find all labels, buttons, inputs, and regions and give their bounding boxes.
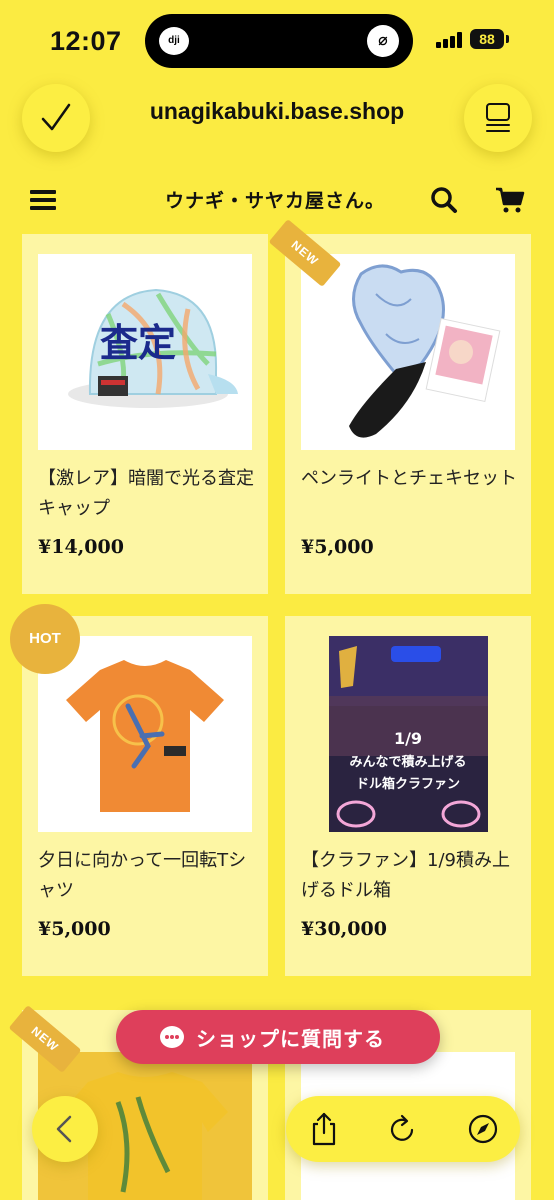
- cap-logo-text: 査定: [100, 321, 176, 365]
- signal-icon: [436, 32, 464, 48]
- product-image-tshirt[interactable]: [38, 636, 252, 832]
- product-image-cap[interactable]: 査定: [38, 254, 252, 450]
- hot-badge: HOT: [10, 604, 80, 674]
- poster-line-1: 1/9: [394, 729, 422, 748]
- link-icon: ⌀: [367, 25, 399, 57]
- product-image-poster[interactable]: 1/9 みんなで積み上げる ドル箱クラファン: [301, 636, 515, 832]
- clock: 12:07: [50, 26, 122, 56]
- poster-line-2: みんなで積み上げる: [349, 754, 466, 770]
- ask-shop-label: ショップに質問する: [196, 1027, 385, 1051]
- product-price: ¥14,000: [38, 536, 124, 558]
- checkmark-button[interactable]: [22, 84, 90, 152]
- back-arrow-icon: [56, 1115, 72, 1143]
- product-name[interactable]: 夕日に向かって一回転Tシャツ: [38, 846, 256, 906]
- product-name[interactable]: 【クラファン】1/9積み上げるドル箱: [301, 846, 519, 906]
- product-image-penlight[interactable]: [301, 254, 515, 450]
- product-card[interactable]: 査定 【激レア】暗闇で光る査定キャップ ¥14,000: [22, 234, 268, 594]
- battery-icon: 88: [470, 29, 504, 49]
- chat-bubble-icon: [160, 1026, 184, 1048]
- product-card[interactable]: ペンライトとチェキセット ¥5,000: [285, 234, 531, 594]
- battery-tip: [506, 35, 509, 43]
- product-price: ¥30,000: [301, 918, 387, 940]
- shop-title[interactable]: ウナギ・サヤカ屋さん。: [140, 186, 410, 213]
- share-icon[interactable]: [310, 1112, 338, 1146]
- poster-line-3: ドル箱クラファン: [356, 776, 460, 792]
- product-price: ¥5,000: [301, 536, 374, 558]
- tabs-icon: [486, 103, 510, 132]
- product-card[interactable]: 1/9 みんなで積み上げる ドル箱クラファン 【クラファン】1/9積み上げるドル…: [285, 616, 531, 976]
- status-bar: 12:07 dji ⌀ 88: [0, 0, 554, 80]
- back-button[interactable]: [32, 1096, 98, 1162]
- url-bar[interactable]: unagikabuki.base.shop: [100, 98, 454, 125]
- browser-toolbar: [286, 1096, 520, 1162]
- search-icon[interactable]: [430, 186, 458, 214]
- hamburger-icon[interactable]: [30, 190, 56, 210]
- tabs-button[interactable]: [464, 84, 532, 152]
- dji-icon: dji: [159, 27, 189, 55]
- cart-icon[interactable]: [495, 186, 525, 214]
- ask-shop-button[interactable]: ショップに質問する: [116, 1010, 440, 1064]
- product-name[interactable]: 【激レア】暗闇で光る査定キャップ: [38, 464, 256, 524]
- checkmark-icon: [41, 103, 71, 131]
- product-name[interactable]: ペンライトとチェキセット: [301, 464, 519, 494]
- dynamic-island: dji ⌀: [145, 14, 413, 68]
- compass-icon[interactable]: [466, 1112, 500, 1146]
- product-price: ¥5,000: [38, 918, 111, 940]
- reload-icon[interactable]: [388, 1112, 418, 1146]
